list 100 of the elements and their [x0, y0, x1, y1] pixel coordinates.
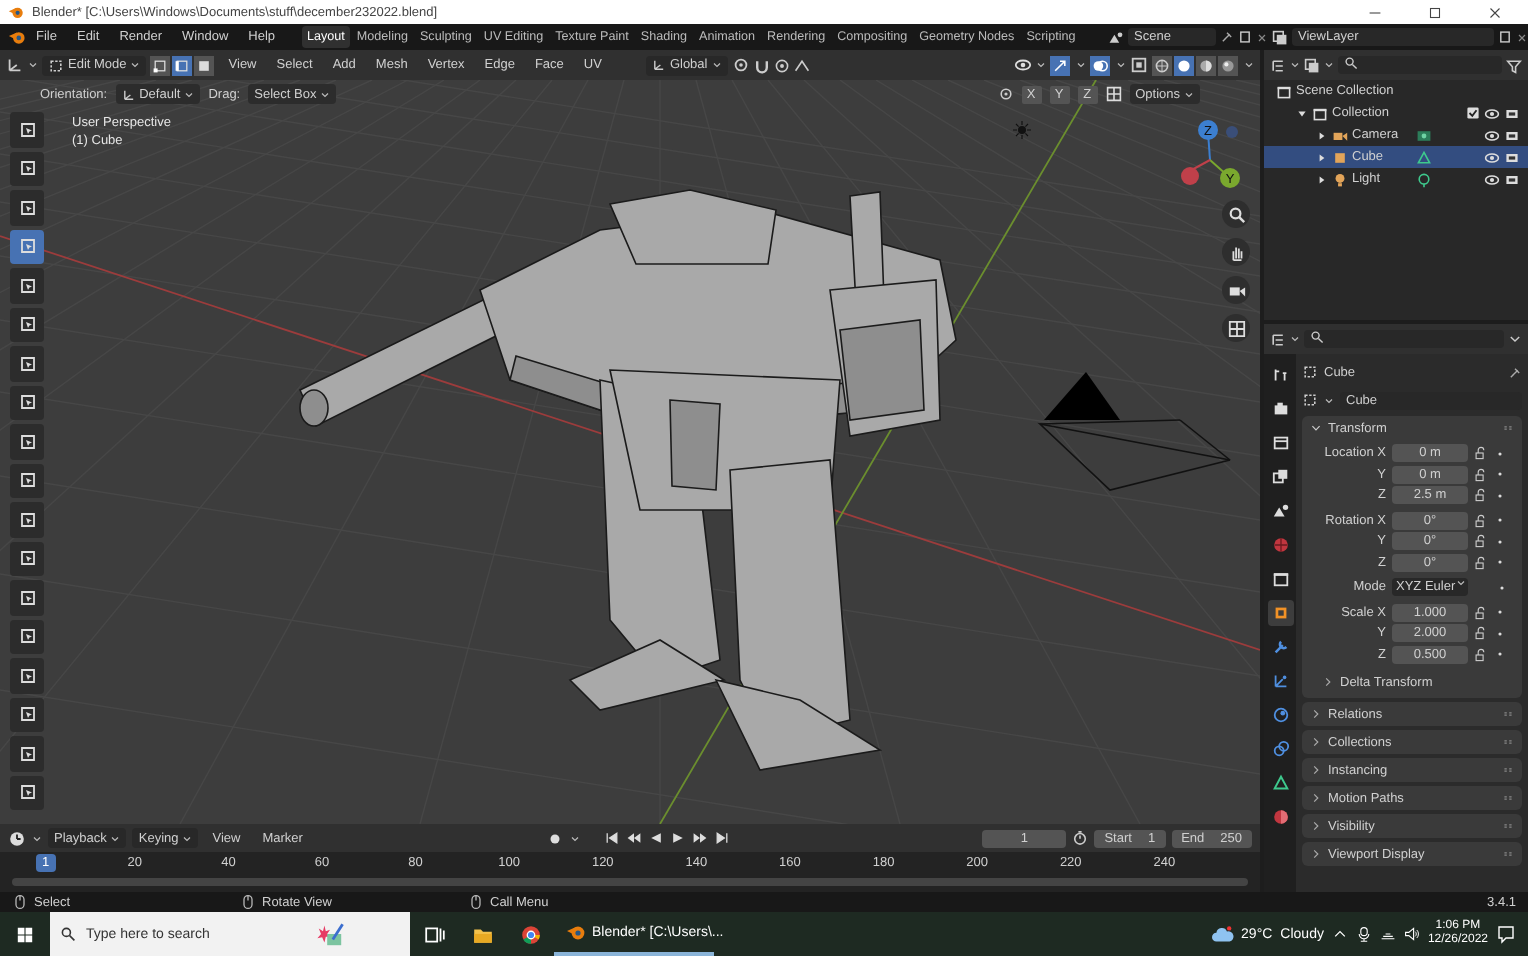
- disclosure-triangle-icon[interactable]: [1316, 129, 1328, 141]
- lock-icon[interactable]: [1474, 605, 1488, 620]
- tool-button[interactable]: [10, 151, 44, 186]
- filter-icon[interactable]: [1506, 57, 1522, 73]
- mesh-data-icon: [1416, 149, 1432, 165]
- shading-button[interactable]: [1218, 55, 1240, 75]
- pin-icon[interactable]: [1508, 365, 1522, 379]
- tool-button[interactable]: [10, 658, 44, 693]
- magnifier-icon: [1227, 205, 1245, 223]
- chevron-up-icon[interactable]: [1331, 926, 1348, 942]
- notification-icon[interactable]: [1496, 924, 1516, 944]
- lock-icon[interactable]: [1474, 534, 1488, 549]
- mirror-icon[interactable]: [997, 86, 1014, 102]
- shading-button[interactable]: [1152, 55, 1174, 75]
- magnet-icon[interactable]: [753, 57, 770, 73]
- pivot-icon[interactable]: [731, 56, 750, 74]
- jump-start-icon[interactable]: [604, 830, 621, 846]
- lock-icon[interactable]: [1474, 446, 1488, 461]
- search-field[interactable]: [1338, 56, 1502, 74]
- zoom-button[interactable]: [1222, 200, 1250, 228]
- volume-icon[interactable]: [1403, 926, 1420, 942]
- render-icon[interactable]: [1504, 105, 1520, 121]
- camera-view-button[interactable]: [1222, 276, 1250, 304]
- tool-button[interactable]: [10, 229, 44, 264]
- cloud-icon[interactable]: [1211, 923, 1234, 945]
- blender-logo-icon[interactable]: [8, 28, 26, 46]
- tool-button[interactable]: [10, 502, 44, 537]
- tool-button[interactable]: [10, 307, 44, 342]
- lock-icon[interactable]: [1474, 513, 1488, 528]
- grid-view-button[interactable]: [1222, 314, 1250, 342]
- view-layer-icon[interactable]: [1272, 29, 1288, 45]
- lock-icon[interactable]: [1474, 467, 1488, 482]
- snap-icon[interactable]: [1105, 86, 1122, 102]
- render-icon[interactable]: [1504, 127, 1520, 143]
- pin-icon[interactable]: [1220, 30, 1234, 44]
- microphone-icon[interactable]: [1355, 926, 1372, 942]
- tool-button[interactable]: [10, 541, 44, 576]
- search-field[interactable]: [1304, 330, 1504, 348]
- tool-button[interactable]: [10, 346, 44, 381]
- physics-icon: [1271, 706, 1289, 724]
- lock-icon[interactable]: [1474, 626, 1488, 641]
- select-mode-button[interactable]: [194, 55, 217, 75]
- scrollbar[interactable]: [12, 878, 1248, 886]
- list-icon[interactable]: [1270, 57, 1286, 73]
- proportional-icon[interactable]: [773, 57, 790, 73]
- tool-button[interactable]: [10, 775, 44, 810]
- tool-button[interactable]: [10, 112, 44, 147]
- stopwatch-icon[interactable]: [1072, 830, 1089, 846]
- tool-button[interactable]: [10, 697, 44, 732]
- double-left-icon[interactable]: [626, 830, 643, 846]
- tool-button[interactable]: [10, 190, 44, 225]
- tool-button[interactable]: [10, 619, 44, 654]
- shading-button[interactable]: [1196, 55, 1218, 75]
- select-mode-button[interactable]: [150, 55, 173, 75]
- overlay-toggle[interactable]: [1090, 55, 1112, 75]
- clock-icon[interactable]: [8, 829, 26, 847]
- wireframe-sphere-icon: [1154, 57, 1170, 73]
- lock-icon[interactable]: [1474, 647, 1488, 662]
- tool-button[interactable]: [10, 385, 44, 420]
- record-icon[interactable]: [546, 829, 565, 847]
- new-scene-icon[interactable]: [1238, 30, 1252, 44]
- checkbox[interactable]: [1466, 106, 1480, 120]
- shading-button[interactable]: [1174, 55, 1196, 75]
- play-icon[interactable]: [670, 830, 687, 846]
- disclosure-triangle-icon[interactable]: [1296, 107, 1308, 119]
- eye-icon[interactable]: [1484, 127, 1500, 143]
- tool-button[interactable]: [10, 424, 44, 459]
- eye-icon[interactable]: [1014, 56, 1032, 74]
- render-icon[interactable]: [1504, 171, 1520, 187]
- close-icon[interactable]: [1516, 31, 1528, 43]
- close-icon[interactable]: [1256, 31, 1268, 43]
- tool-button[interactable]: [10, 736, 44, 771]
- new-layer-icon[interactable]: [1498, 30, 1512, 44]
- disclosure-triangle-icon[interactable]: [1316, 173, 1328, 185]
- xray-icon[interactable]: [1130, 56, 1148, 74]
- falloff-icon[interactable]: [793, 57, 810, 73]
- caret-icon: [1184, 89, 1194, 99]
- blender-logo-icon: [8, 4, 24, 20]
- disclosure-triangle-icon[interactable]: [1316, 151, 1328, 163]
- select-mode-button[interactable]: [172, 55, 195, 75]
- lock-icon[interactable]: [1474, 488, 1488, 503]
- play-reverse-icon[interactable]: [648, 830, 665, 846]
- editor-type-icon[interactable]: [6, 56, 24, 74]
- eye-icon[interactable]: [1484, 171, 1500, 187]
- render-icon[interactable]: [1504, 149, 1520, 165]
- scene-icon[interactable]: [1108, 29, 1124, 45]
- properties-editor-icon[interactable]: [1270, 331, 1286, 347]
- eye-icon[interactable]: [1484, 105, 1500, 121]
- tool-button[interactable]: [10, 463, 44, 498]
- eye-icon[interactable]: [1484, 149, 1500, 165]
- lock-icon[interactable]: [1474, 555, 1488, 570]
- gizmo-toggle[interactable]: [1050, 55, 1072, 75]
- tool-button[interactable]: [10, 580, 44, 615]
- pan-button[interactable]: [1222, 238, 1250, 266]
- display-mode-icon[interactable]: [1304, 57, 1320, 73]
- tool-button[interactable]: [10, 268, 44, 303]
- jump-end-icon[interactable]: [714, 830, 731, 846]
- double-right-icon[interactable]: [692, 830, 709, 846]
- properties-tab[interactable]: [1267, 600, 1293, 626]
- caret-icon[interactable]: [1508, 332, 1522, 346]
